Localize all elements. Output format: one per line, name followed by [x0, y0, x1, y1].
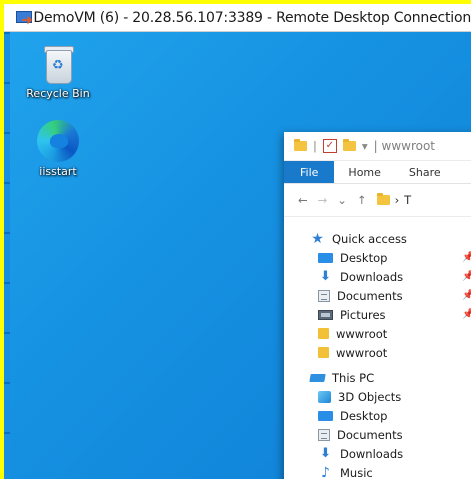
- nav-label: wwwroot: [336, 326, 388, 341]
- nav-item-downloads[interactable]: ⬇ Downloads: [284, 444, 471, 463]
- tab-share[interactable]: Share: [395, 161, 455, 183]
- nav-item-documents[interactable]: Documents 📌: [284, 286, 471, 305]
- desktop-folder-icon: [318, 410, 333, 421]
- folder-icon: [318, 328, 329, 339]
- nav-label: Documents: [337, 427, 403, 442]
- title-bar[interactable]: DemoVM (6) - 20.28.56.107:3389 - Remote …: [4, 4, 471, 32]
- nav-label: Pictures: [340, 307, 386, 322]
- nav-label: This PC: [332, 370, 375, 385]
- folder-icon: [294, 139, 307, 151]
- file-explorer-window: | ✓ ▾ | wwwroot File Home Share ← → ⌄ ↑ …: [284, 132, 471, 479]
- downloads-icon: ⬇: [320, 268, 331, 284]
- documents-icon: [318, 289, 330, 302]
- recycle-bin-icon: ♻: [41, 44, 75, 84]
- explorer-window-title: | wwwroot: [373, 139, 436, 153]
- downloads-icon: ⬇: [320, 445, 331, 461]
- navigation-pane: ★ Quick access Desktop 📌 ⬇ Downloads 📌 D…: [284, 217, 471, 479]
- pin-icon: 📌: [462, 309, 471, 320]
- nav-item-wwwroot[interactable]: wwwroot: [284, 343, 471, 362]
- star-icon: ★: [311, 230, 324, 247]
- nav-label: Desktop: [340, 250, 388, 265]
- nav-label: Documents: [337, 288, 403, 303]
- quick-access-toolbar: | ✓ ▾ | wwwroot: [284, 132, 471, 161]
- remote-desktop-window: DemoVM (6) - 20.28.56.107:3389 - Remote …: [4, 4, 471, 479]
- desktop-left-edge: [4, 32, 10, 479]
- desktop-icon-label: iisstart: [39, 165, 77, 178]
- documents-icon: [318, 428, 330, 441]
- folder-icon: [376, 193, 390, 205]
- folder-icon: [318, 347, 329, 358]
- edge-browser-icon: [37, 120, 79, 162]
- new-folder-icon[interactable]: [342, 139, 356, 151]
- pin-icon: 📌: [462, 252, 471, 263]
- nav-label: Music: [340, 465, 373, 479]
- address-path-text: T: [404, 193, 412, 207]
- music-icon: ♪: [321, 464, 330, 479]
- desktop-icon-iisstart[interactable]: iisstart: [18, 120, 98, 178]
- back-arrow-icon[interactable]: ←: [298, 193, 308, 207]
- nav-item-music[interactable]: ♪ Music: [284, 463, 471, 479]
- nav-item-3d-objects[interactable]: 3D Objects: [284, 387, 471, 406]
- pin-icon: 📌: [462, 290, 471, 301]
- nav-item-pictures[interactable]: Pictures 📌: [284, 305, 471, 324]
- nav-item-desktop[interactable]: Desktop: [284, 406, 471, 425]
- ribbon-tabs: File Home Share: [284, 161, 471, 184]
- computer-icon: [309, 373, 326, 382]
- properties-check-icon[interactable]: ✓: [322, 139, 337, 153]
- nav-label: Downloads: [340, 446, 404, 461]
- nav-label: Desktop: [340, 408, 388, 423]
- up-arrow-icon[interactable]: ↑: [357, 193, 367, 207]
- nav-quick-access[interactable]: ★ Quick access: [284, 229, 471, 248]
- remote-desktop-icon: [16, 9, 32, 27]
- nav-this-pc[interactable]: This PC: [284, 368, 471, 387]
- forward-arrow-icon[interactable]: →: [318, 193, 328, 207]
- address-bar[interactable]: › T: [376, 193, 412, 207]
- breadcrumb-chevron-icon: ›: [394, 193, 400, 207]
- pictures-icon: [318, 309, 333, 320]
- pin-icon: 📌: [462, 271, 471, 282]
- customize-toolbar-icon[interactable]: ▾: [362, 139, 368, 153]
- desktop-folder-icon: [318, 252, 333, 263]
- nav-item-documents[interactable]: Documents: [284, 425, 471, 444]
- tab-file[interactable]: File: [284, 161, 335, 183]
- nav-label: Quick access: [332, 231, 407, 246]
- desktop-background: ♻ Recycle Bin iisstart | ✓ ▾ | wwwroot F…: [4, 32, 471, 479]
- window-title: DemoVM (6) - 20.28.56.107:3389 - Remote …: [33, 9, 471, 26]
- nav-item-downloads[interactable]: ⬇ Downloads 📌: [284, 267, 471, 286]
- nav-item-wwwroot[interactable]: wwwroot: [284, 324, 471, 343]
- nav-item-desktop[interactable]: Desktop 📌: [284, 248, 471, 267]
- 3d-objects-icon: [318, 390, 331, 403]
- nav-label: Downloads: [340, 269, 404, 284]
- tab-home[interactable]: Home: [334, 161, 394, 183]
- navigation-bar: ← → ⌄ ↑ › T: [284, 184, 471, 217]
- nav-label: wwwroot: [336, 345, 388, 360]
- desktop-icon-recycle-bin[interactable]: ♻ Recycle Bin: [18, 44, 98, 100]
- nav-label: 3D Objects: [338, 389, 402, 404]
- recent-locations-chevron-icon[interactable]: ⌄: [337, 193, 347, 207]
- desktop-icon-label: Recycle Bin: [26, 87, 90, 100]
